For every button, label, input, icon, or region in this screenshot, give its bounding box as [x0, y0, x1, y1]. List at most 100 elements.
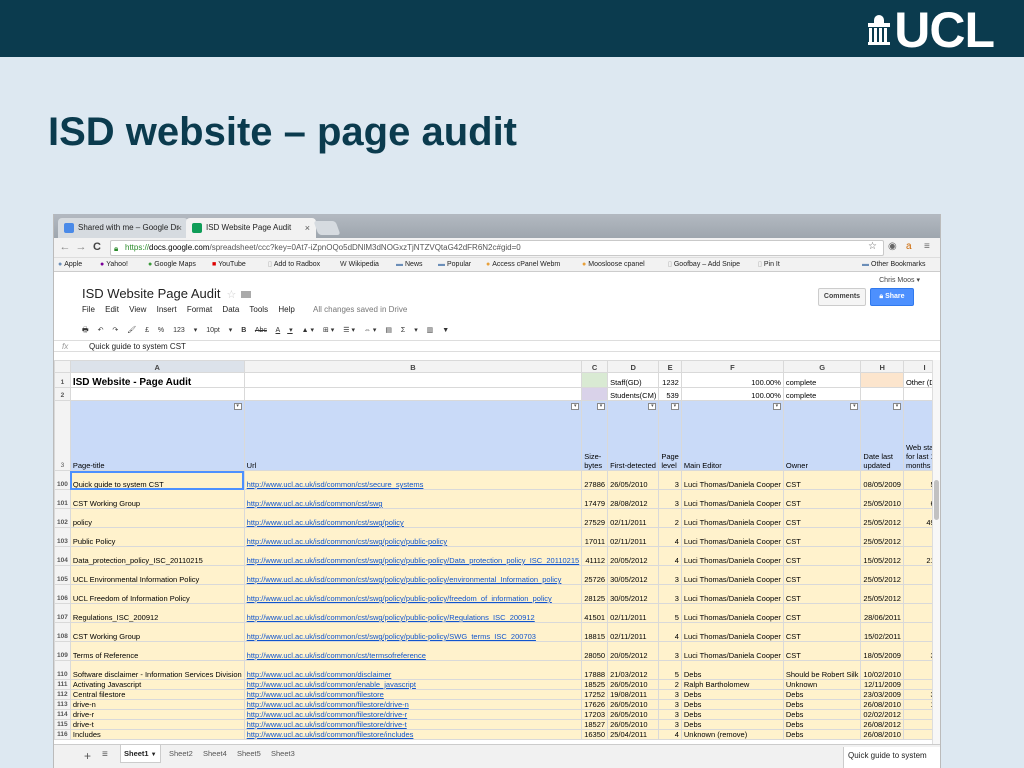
bookmark-news[interactable]: ▬ News: [396, 258, 423, 272]
close-icon[interactable]: ×: [177, 218, 182, 238]
row-number[interactable]: 1: [54, 372, 71, 388]
row-number[interactable]: 3: [54, 400, 71, 471]
cell-first[interactable]: 26/05/2010: [607, 679, 660, 690]
cell-url[interactable]: http://www.ucl.ac.uk/isd/common/cst/swg/…: [243, 527, 583, 547]
cell-editor[interactable]: Luci Thomas/Daniela Cooper: [680, 603, 784, 623]
cell-size[interactable]: 25726: [581, 565, 609, 585]
cell[interactable]: 539: [658, 387, 682, 401]
row-number[interactable]: 101: [54, 489, 71, 509]
chevron-down-icon[interactable]: ▼: [151, 752, 157, 758]
borders-icon[interactable]: ⊞ ▾: [323, 327, 334, 334]
bookmark-pin-it[interactable]: ▯ Pin It: [758, 258, 780, 272]
cell-first[interactable]: 02/11/2011: [607, 508, 660, 528]
tab-sheet2[interactable]: Sheet2: [166, 745, 196, 763]
cell[interactable]: ISD Website - Page Audit: [69, 372, 245, 388]
row-number[interactable]: 110: [54, 660, 71, 680]
cell-first[interactable]: 26/05/2010: [607, 709, 660, 720]
cell[interactable]: 100.00%: [680, 372, 784, 388]
cell-size[interactable]: 17479: [581, 489, 609, 509]
back-icon[interactable]: ←: [58, 241, 72, 253]
percent-button[interactable]: %: [158, 327, 164, 334]
cell-level[interactable]: 3: [658, 565, 682, 585]
cell-owner[interactable]: CST: [782, 641, 862, 661]
filter-dropdown-icon[interactable]: ▾: [670, 403, 679, 410]
cell-first[interactable]: 19/08/2011: [607, 689, 660, 700]
row-number[interactable]: 113: [54, 699, 71, 710]
cell-level[interactable]: 4: [658, 527, 682, 547]
cell[interactable]: Students(CM): [607, 387, 660, 401]
cell-updated[interactable]: 26/08/2010: [860, 729, 904, 740]
cell[interactable]: complete: [782, 372, 862, 388]
cell[interactable]: [860, 372, 904, 388]
cell-editor[interactable]: Luci Thomas/Daniela Cooper: [680, 489, 784, 509]
filter-dropdown-icon[interactable]: ▾: [850, 403, 859, 410]
cell-title[interactable]: Public Policy: [69, 527, 245, 547]
add-sheet-button[interactable]: +: [84, 749, 91, 763]
all-sheets-icon[interactable]: ≡: [102, 749, 108, 760]
cell-editor[interactable]: Debs: [680, 719, 784, 730]
user-account[interactable]: Chris Moos ▾: [879, 276, 920, 284]
cell-owner[interactable]: CST: [782, 603, 862, 623]
cell-url[interactable]: http://www.ucl.ac.uk/isd/common/filestor…: [243, 729, 583, 740]
cell-editor[interactable]: Debs: [680, 689, 784, 700]
browser-tab-audit[interactable]: ISD Website Page Audit ×: [186, 218, 316, 238]
tab-sheet1[interactable]: Sheet1 ▼: [120, 745, 161, 763]
row-number[interactable]: 108: [54, 622, 71, 642]
cell-owner[interactable]: CST: [782, 470, 862, 490]
cell-editor[interactable]: Debs: [680, 699, 784, 710]
cell[interactable]: 1232: [658, 372, 682, 388]
cell-title[interactable]: Central filestore: [69, 689, 245, 700]
cell[interactable]: 100.00%: [680, 387, 784, 401]
cell-editor[interactable]: Luci Thomas/Daniela Cooper: [680, 584, 784, 604]
folder-icon[interactable]: [241, 291, 252, 298]
cell-owner[interactable]: CST: [782, 489, 862, 509]
row-number[interactable]: 115: [54, 719, 71, 730]
bookmark-moosloose[interactable]: ● Moosloose cpanel: [582, 258, 645, 272]
cell[interactable]: Staff(GD): [607, 372, 660, 388]
cell-title[interactable]: drive-n: [69, 699, 245, 710]
tab-sheet3[interactable]: Sheet3: [268, 745, 298, 763]
cell-editor[interactable]: Luci Thomas/Daniela Cooper: [680, 546, 784, 566]
cell-updated[interactable]: 18/05/2009: [860, 641, 904, 661]
cell-title[interactable]: Terms of Reference: [69, 641, 245, 661]
strikethrough-button[interactable]: Abc: [255, 327, 267, 334]
cell-owner[interactable]: CST: [782, 527, 862, 547]
cell-owner[interactable]: Unknown: [782, 679, 862, 690]
cell-updated[interactable]: 25/05/2010: [860, 489, 904, 509]
cell-first[interactable]: 30/05/2012: [607, 565, 660, 585]
cell[interactable]: complete: [782, 387, 862, 401]
close-icon[interactable]: ×: [305, 218, 310, 238]
cell-first[interactable]: 20/05/2012: [607, 546, 660, 566]
cell-url[interactable]: http://www.ucl.ac.uk/isd/common/cst/swg/…: [243, 546, 583, 566]
row-number[interactable]: 114: [54, 709, 71, 720]
filter-dropdown-icon[interactable]: ▾: [597, 403, 606, 410]
cell-editor[interactable]: Luci Thomas/Daniela Cooper: [680, 508, 784, 528]
extension-icon[interactable]: ◉: [888, 241, 897, 252]
cell-url[interactable]: http://www.ucl.ac.uk/isd/common/cst/swg/…: [243, 622, 583, 642]
cell-first[interactable]: 30/05/2012: [607, 584, 660, 604]
cell-owner[interactable]: CST: [782, 508, 862, 528]
bookmark-google-maps[interactable]: ● Google Maps: [148, 258, 196, 272]
bookmark-other[interactable]: ▬ Other Bookmarks: [862, 258, 925, 272]
cell-url[interactable]: http://www.ucl.ac.uk/isd/common/filestor…: [243, 689, 583, 700]
tab-sheet5[interactable]: Sheet5: [234, 745, 264, 763]
cell-owner[interactable]: CST: [782, 622, 862, 642]
column-header-e[interactable]: E: [658, 360, 682, 373]
cell-updated[interactable]: 12/11/2009: [860, 679, 904, 690]
bookmark-youtube[interactable]: ■ YouTube: [212, 258, 246, 272]
bold-button[interactable]: B: [241, 327, 246, 334]
cell-url[interactable]: http://www.ucl.ac.uk/isd/common/cst/secu…: [243, 470, 583, 490]
cell-first[interactable]: 26/05/2010: [607, 699, 660, 710]
cell[interactable]: [581, 387, 609, 401]
wrap-icon[interactable]: ▤: [385, 327, 392, 334]
cell-first[interactable]: 02/11/2011: [607, 622, 660, 642]
cell-updated[interactable]: 25/05/2012: [860, 565, 904, 585]
column-header-c[interactable]: C: [581, 360, 609, 373]
cell-size[interactable]: 28050: [581, 641, 609, 661]
cell-size[interactable]: 18527: [581, 719, 609, 730]
header-cell[interactable]: Date last updated ▾: [860, 400, 904, 471]
cell-title[interactable]: CST Working Group: [69, 489, 245, 509]
cell-editor[interactable]: Debs: [680, 660, 784, 680]
undo-icon[interactable]: ↶: [98, 327, 104, 334]
browser-tab-shared[interactable]: Shared with me – Google Dr ×: [58, 218, 188, 238]
